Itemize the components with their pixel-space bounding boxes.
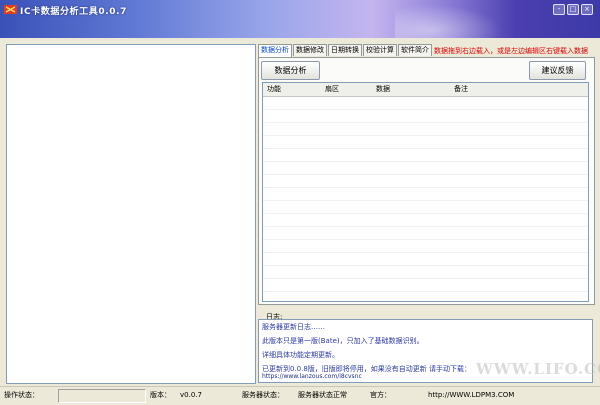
grid-line	[263, 200, 588, 201]
version-label: 版本：	[150, 391, 171, 399]
grid-line	[263, 174, 588, 175]
column-header-remark[interactable]: 备注	[454, 83, 468, 96]
status-bar: 操作状态： 版本： v0.0.7 服务器状态： 服务器状态正常 官方： http…	[0, 386, 600, 405]
grid-line	[263, 161, 588, 162]
column-header-sector[interactable]: 扇区	[325, 83, 339, 96]
close-button[interactable]: ×	[581, 4, 593, 15]
grid-line	[263, 109, 588, 110]
log-line: 详细具体功能定期更新。	[262, 351, 339, 359]
op-status-value	[58, 389, 146, 403]
log-line: 此版本只是第一版(Bate)，只加入了基础数据识别。	[262, 337, 424, 345]
server-status-label: 服务器状态：	[242, 391, 284, 399]
watermark: WWW.LIFO.COM	[476, 360, 600, 378]
log-line: 服务器更新日志……	[262, 323, 325, 331]
window-title: IC卡数据分析工具0.0.7	[20, 7, 127, 17]
grid-line	[263, 278, 588, 279]
data-table[interactable]: 功能 扇区 数据 备注	[262, 82, 589, 302]
grid-line	[263, 226, 588, 227]
grid-line	[263, 148, 588, 149]
title-bar-swirl	[395, 0, 515, 38]
grid-line	[263, 122, 588, 123]
grid-line	[263, 239, 588, 240]
grid-line	[263, 213, 588, 214]
title-bar: IC卡数据分析工具0.0.7 - □ ×	[0, 0, 600, 38]
tab-data-analysis[interactable]: 数据分析	[258, 44, 292, 57]
tab-data-modify[interactable]: 数据修改	[293, 44, 327, 56]
grid-line	[263, 265, 588, 266]
tab-checksum[interactable]: 校验计算	[363, 44, 397, 56]
op-status-label: 操作状态：	[4, 391, 39, 399]
load-hint: 数据拖到右边载入，或是左边编辑区右键载入数据	[434, 47, 588, 55]
column-header-data[interactable]: 数据	[376, 83, 390, 96]
tab-date-convert[interactable]: 日期转换	[328, 44, 362, 56]
table-header: 功能 扇区 数据 备注	[263, 83, 588, 97]
data-editor-area[interactable]	[6, 44, 256, 384]
official-label: 官方：	[370, 391, 391, 399]
grid-line	[263, 252, 588, 253]
maximize-button[interactable]: □	[567, 4, 579, 15]
feedback-button[interactable]: 建议反馈	[529, 61, 586, 80]
analyze-button[interactable]: 数据分析	[261, 61, 320, 80]
log-link[interactable]: https://www.lanzous.com/i8cvsnc	[262, 373, 362, 380]
tab-strip: 数据分析 数据修改 日期转换 校验计算 软件简介	[258, 44, 433, 57]
grid-line	[263, 291, 588, 292]
tab-about[interactable]: 软件简介	[398, 44, 432, 56]
minimize-button[interactable]: -	[553, 4, 565, 15]
column-header-function[interactable]: 功能	[267, 83, 281, 96]
server-status-value: 服务器状态正常	[298, 391, 347, 399]
grid-line	[263, 187, 588, 188]
version-value: v0.0.7	[180, 391, 202, 399]
official-site-link[interactable]: http://WWW.LDPM3.COM	[428, 390, 514, 401]
grid-line	[263, 135, 588, 136]
app-logo-icon	[4, 5, 17, 14]
